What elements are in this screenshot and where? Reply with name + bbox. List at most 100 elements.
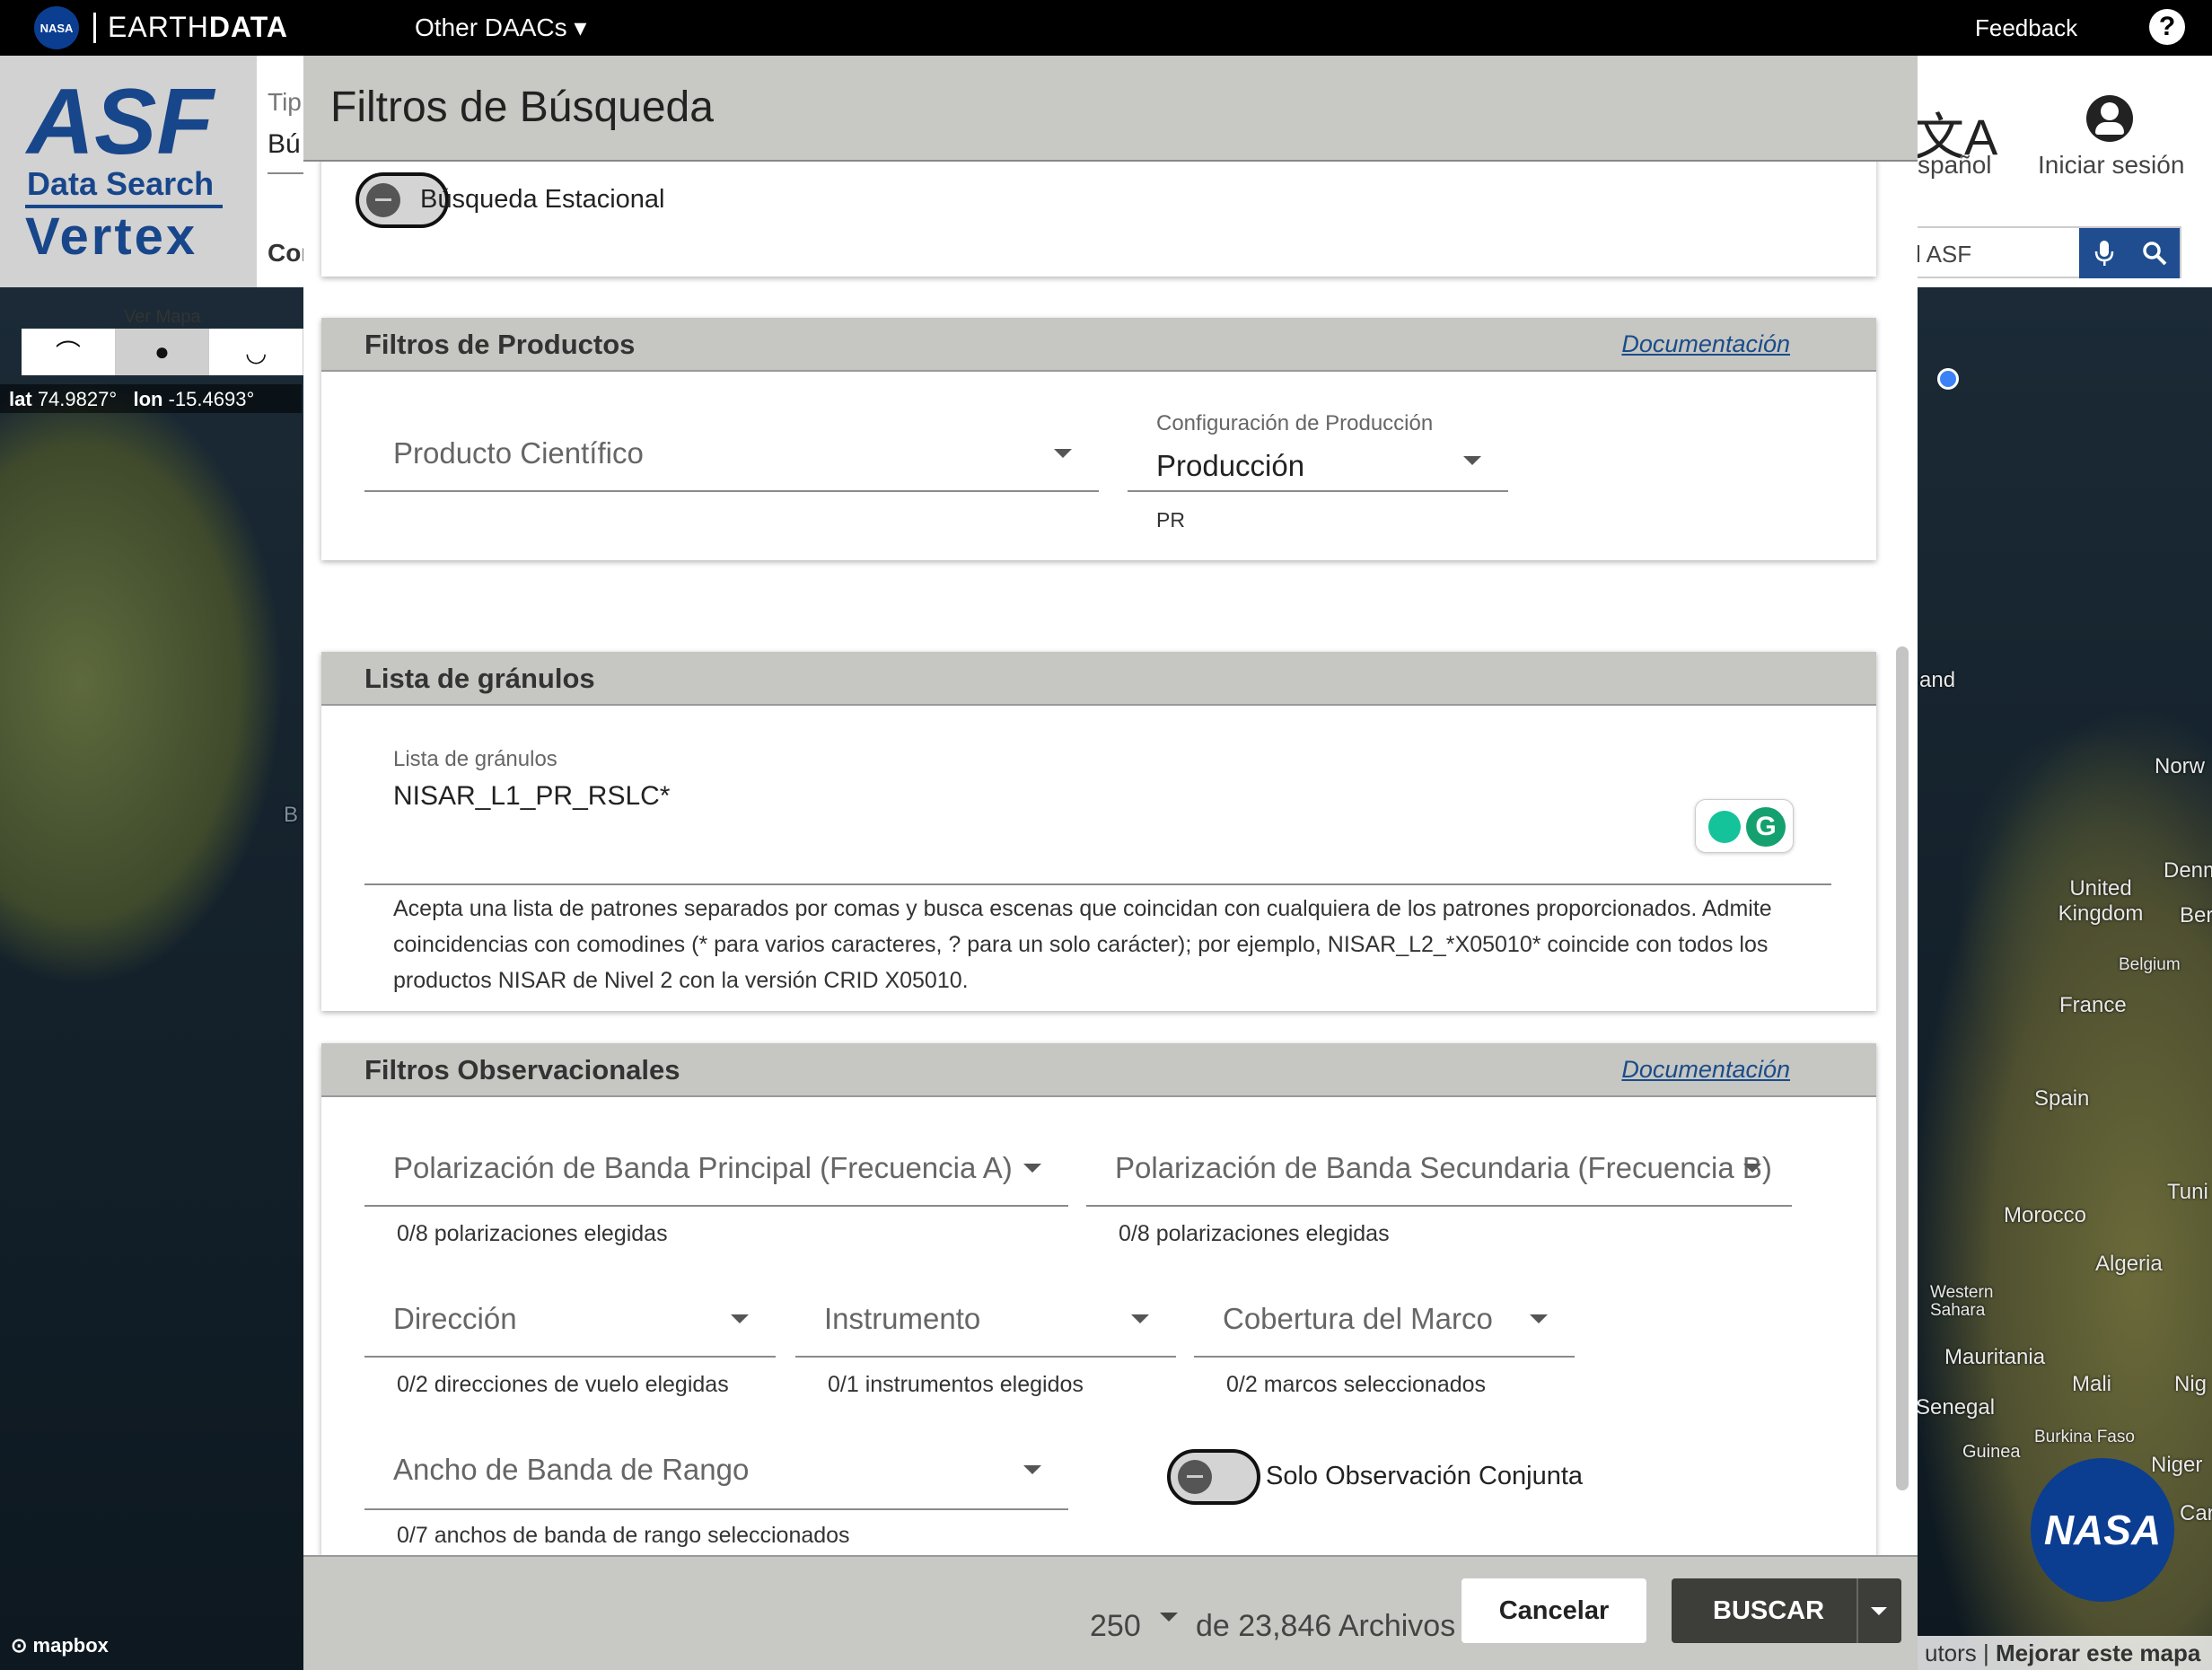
range-bandwidth-select[interactable]: Ancho de Banda de Rango bbox=[364, 1411, 1068, 1510]
instrument-hint: 0/1 instrumentos elegidos bbox=[828, 1372, 1084, 1397]
observational-filters-panel: Filtros Observacionales Documentación Po… bbox=[321, 1043, 1876, 1555]
other-daacs-menu[interactable]: Other DAACs ▾ bbox=[415, 13, 586, 42]
dialog-body[interactable]: Búsqueda Estacional Filtros de Productos… bbox=[303, 162, 1918, 1555]
lightbulb-icon bbox=[1708, 811, 1741, 843]
granule-help-line-1: Acepta una lista de patrones separados p… bbox=[393, 896, 1772, 921]
chevron-down-icon bbox=[1023, 1465, 1041, 1474]
secondary-band-polarization-select[interactable]: Polarización de Banda Secundaria (Frecue… bbox=[1086, 1106, 1792, 1207]
production-config-value: Producción bbox=[1156, 449, 1305, 482]
total-files-count: de 23,846 Archivos bbox=[1196, 1609, 1456, 1643]
science-product-placeholder: Producto Científico bbox=[393, 436, 644, 470]
production-config-select[interactable]: Configuración de Producción Producción bbox=[1128, 399, 1508, 492]
search-type-underline bbox=[268, 172, 303, 174]
granule-list-value: NISAR_L1_PR_RSLC* bbox=[393, 781, 671, 811]
joint-observation-toggle[interactable] bbox=[1167, 1449, 1260, 1505]
login-button[interactable]: Iniciar sesión bbox=[2038, 151, 2184, 180]
map-label-denm: Denm bbox=[2164, 858, 2212, 883]
direction-select[interactable]: Dirección bbox=[364, 1259, 776, 1358]
map-label-france: France bbox=[2059, 993, 2127, 1017]
language-label[interactable]: spañol bbox=[1918, 151, 1992, 180]
help-icon[interactable]: ? bbox=[2149, 9, 2185, 45]
logo-asf-text: ASF bbox=[27, 70, 214, 174]
feedback-link[interactable]: Feedback bbox=[1975, 14, 2077, 42]
observational-filters-doc-link[interactable]: Documentación bbox=[1621, 1056, 1790, 1084]
search-button-divider bbox=[1856, 1578, 1858, 1643]
map-label-belgium: Belgium bbox=[2119, 955, 2181, 974]
logo-data-search-text: Data Search bbox=[27, 165, 215, 202]
instrument-select[interactable]: Instrumento bbox=[795, 1259, 1176, 1358]
map-label-morocco: Morocco bbox=[2004, 1203, 2087, 1227]
map-label-senegal: Senegal bbox=[1916, 1395, 1996, 1420]
main-band-hint: 0/8 polarizaciones elegidas bbox=[397, 1221, 668, 1246]
direction-placeholder: Dirección bbox=[393, 1302, 517, 1335]
site-search-text: l ASF bbox=[1916, 241, 1972, 268]
search-button[interactable]: BUSCAR bbox=[1672, 1578, 1901, 1643]
science-product-select[interactable]: Producto Científico bbox=[364, 399, 1099, 492]
earthdata-topbar: NASA EARTHDATA Other DAACs ▾ Feedback ? bbox=[0, 0, 2212, 56]
map-attribution: utors | Mejorar este mapa bbox=[1918, 1636, 2212, 1670]
range-bandwidth-hint: 0/7 anchos de banda de rango seleccionad… bbox=[397, 1523, 850, 1548]
frame-coverage-hint: 0/2 marcos seleccionados bbox=[1226, 1372, 1487, 1397]
max-results-select[interactable]: 250 bbox=[1090, 1609, 1141, 1644]
earthdata-logo-bold: DATA bbox=[208, 11, 288, 43]
granule-list-textarea[interactable]: Lista de gránulos NISAR_L1_PR_RSLC* bbox=[364, 724, 1831, 885]
earthdata-logo[interactable]: EARTHDATA bbox=[108, 11, 288, 44]
search-icon[interactable] bbox=[2129, 228, 2180, 278]
dialog-footer: 250 de 23,846 Archivos Cancelar BUSCAR bbox=[303, 1555, 1918, 1670]
chevron-down-icon[interactable] bbox=[1160, 1613, 1178, 1622]
arctic-view-button[interactable]: ⌒ bbox=[22, 329, 116, 375]
search-type-select[interactable]: Bú bbox=[268, 129, 301, 160]
map-label-western-sahara: Western Sahara bbox=[1930, 1283, 1994, 1320]
chevron-down-icon bbox=[1463, 456, 1481, 465]
topbar-divider bbox=[93, 13, 96, 43]
attribution-prefix: utors | bbox=[1925, 1639, 1989, 1666]
search-filters-dialog: Filtros de Búsqueda Búsqueda Estacional … bbox=[303, 56, 1918, 1670]
main-band-polarization-select[interactable]: Polarización de Banda Principal (Frecuen… bbox=[364, 1106, 1068, 1207]
map-label-nig: Nig bbox=[2174, 1372, 2208, 1396]
map-label-ber: Ber bbox=[2180, 903, 2212, 927]
dialog-scrollbar[interactable] bbox=[1896, 646, 1909, 1490]
microphone-icon[interactable] bbox=[2079, 228, 2129, 278]
map-label-mali: Mali bbox=[2072, 1372, 2112, 1396]
map-coordinates: lat 74.9827° lon -15.4693° bbox=[0, 384, 302, 413]
search-type-label: Tip bbox=[268, 88, 302, 116]
mapbox-logo[interactable]: ⊙ mapbox bbox=[11, 1634, 109, 1657]
map-label-and: and bbox=[1919, 668, 1956, 692]
chevron-down-icon[interactable] bbox=[1871, 1607, 1887, 1615]
observational-filters-title: Filtros Observacionales bbox=[364, 1054, 680, 1086]
grammarly-widget[interactable]: G bbox=[1695, 799, 1794, 853]
production-config-label: Configuración de Producción bbox=[1156, 411, 1434, 435]
main-band-placeholder: Polarización de Banda Principal (Frecuen… bbox=[393, 1151, 1013, 1184]
cancel-button[interactable]: Cancelar bbox=[1462, 1578, 1646, 1643]
improve-map-link[interactable]: Mejorar este mapa bbox=[1996, 1639, 2200, 1666]
direction-hint: 0/2 direcciones de vuelo elegidas bbox=[397, 1372, 729, 1397]
lat-value: 74.9827° bbox=[37, 388, 118, 410]
product-filters-title: Filtros de Productos bbox=[364, 329, 636, 360]
chevron-down-icon bbox=[731, 1314, 749, 1323]
equatorial-view-button[interactable]: ● bbox=[115, 329, 210, 375]
map-label-mauritania: Mauritania bbox=[1944, 1345, 2046, 1369]
product-filters-panel: Filtros de Productos Documentación Produ… bbox=[321, 318, 1876, 560]
frame-coverage-placeholder: Cobertura del Marco bbox=[1223, 1302, 1493, 1335]
granule-list-panel: Lista de gránulos Lista de gránulos NISA… bbox=[321, 652, 1876, 1011]
secondary-band-hint: 0/8 polarizaciones elegidas bbox=[1119, 1221, 1390, 1246]
antarctic-view-button[interactable]: ◡ bbox=[209, 329, 304, 375]
account-icon[interactable] bbox=[2086, 95, 2133, 142]
product-filters-header: Filtros de Productos Documentación bbox=[321, 318, 1876, 372]
product-filters-doc-link[interactable]: Documentación bbox=[1621, 330, 1790, 358]
lon-value: -15.4693° bbox=[168, 388, 255, 410]
grammarly-icon: G bbox=[1746, 807, 1786, 847]
asf-vertex-logo[interactable]: ASF Data Search Vertex bbox=[0, 56, 257, 287]
observational-filters-header: Filtros Observacionales Documentación bbox=[321, 1043, 1876, 1097]
frame-coverage-select[interactable]: Cobertura del Marco bbox=[1194, 1259, 1575, 1358]
nasa-logo[interactable]: NASA bbox=[34, 6, 79, 49]
nasa-meatball-logo[interactable]: NASA bbox=[2031, 1458, 2174, 1602]
granule-list-field-label: Lista de gránulos bbox=[393, 747, 557, 771]
dialog-header: Filtros de Búsqueda bbox=[303, 56, 1918, 162]
search-button-label: BUSCAR bbox=[1713, 1596, 1825, 1625]
map-location-marker[interactable] bbox=[1937, 368, 1959, 390]
map-label-algeria: Algeria bbox=[2095, 1252, 2163, 1276]
granule-list-help: Acepta una lista de patrones separados p… bbox=[393, 891, 1830, 998]
dialog-title: Filtros de Búsqueda bbox=[330, 84, 714, 131]
lon-label: lon bbox=[133, 388, 163, 410]
